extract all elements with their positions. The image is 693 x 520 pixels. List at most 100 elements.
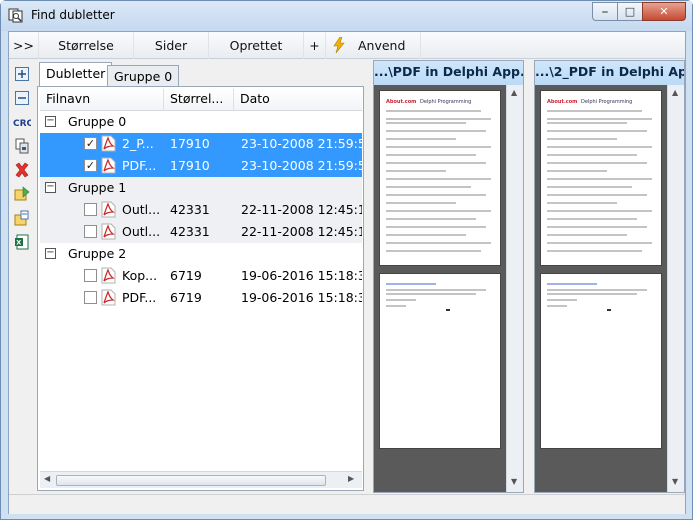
- apply-label: Anvend: [358, 37, 406, 53]
- preview-left-title: ...\PDF in Delphi App.pdf: [374, 61, 523, 85]
- status-bar: [9, 494, 685, 514]
- column-header: Filnavn Størrel... Dato: [40, 89, 362, 111]
- page-text-lines: [386, 283, 486, 311]
- expand-all-icon[interactable]: [14, 66, 30, 82]
- page-text-lines: [386, 110, 491, 252]
- preview-left-pages: About.com Delphi Programming: [374, 85, 506, 492]
- preview-right-pages: About.com Delphi Programming: [535, 85, 667, 492]
- file-name: 2_P...: [122, 136, 154, 151]
- group-label: Gruppe 2: [68, 246, 127, 261]
- duplicates-tree: Filnavn Størrel... Dato − Gruppe 0 ✓ 2_P…: [37, 86, 364, 491]
- file-name: Outl...: [122, 202, 161, 217]
- table-row[interactable]: ✓ 2_P... 17910 23-10-2008 21:59:52: [40, 133, 362, 155]
- group-label: Gruppe 0: [68, 114, 127, 129]
- window-title: Find dubletter: [31, 8, 115, 22]
- page-text-lines: [547, 110, 652, 252]
- row-checkbox[interactable]: [84, 225, 97, 238]
- table-row[interactable]: Kop... 6719 19-06-2016 15:18:38: [40, 265, 362, 287]
- doc-brand: About.com: [547, 99, 578, 105]
- plus-button[interactable]: +: [304, 31, 326, 59]
- pdf-file-icon: [101, 135, 116, 152]
- copy-to-folder-icon[interactable]: [14, 210, 30, 226]
- preview-left: ...\PDF in Delphi App.pdf About.com Delp…: [373, 60, 524, 493]
- table-row[interactable]: PDF... 6719 19-06-2016 15:18:38: [40, 287, 362, 309]
- collapse-toggle-icon[interactable]: −: [45, 248, 56, 259]
- file-size: 6719: [170, 268, 202, 283]
- pdf-file-icon: [101, 157, 116, 174]
- move-to-folder-icon[interactable]: [14, 186, 30, 202]
- export-excel-icon[interactable]: X: [14, 234, 30, 250]
- table-row[interactable]: Outl... 42331 22-11-2008 12:45:18: [40, 221, 362, 243]
- title-bar: Find dubletter ⎯ □ ✕: [1, 1, 692, 31]
- row-checkbox[interactable]: [84, 269, 97, 282]
- column-filename[interactable]: Filnavn: [40, 89, 164, 111]
- collapse-all-icon[interactable]: [14, 90, 30, 106]
- doc-heading: Delphi Programming: [581, 99, 633, 105]
- size-button[interactable]: Størrelse: [39, 31, 134, 59]
- file-size: 42331: [170, 224, 210, 239]
- file-date: 19-06-2016 15:18:38: [241, 268, 362, 283]
- select-files-icon[interactable]: [14, 138, 30, 154]
- doc-brand: About.com: [386, 99, 417, 105]
- row-checkbox[interactable]: [84, 291, 97, 304]
- pdf-page: [540, 273, 662, 449]
- group-row[interactable]: − Gruppe 0: [40, 111, 362, 133]
- toolbar: >> Størrelse Sider Oprettet + Anvend: [9, 31, 685, 59]
- group-row[interactable]: − Gruppe 2: [40, 243, 362, 265]
- scroll-down-arrow-icon[interactable]: ▼: [511, 477, 517, 486]
- minimize-button[interactable]: ⎯: [592, 2, 618, 21]
- scroll-down-arrow-icon[interactable]: ▼: [672, 477, 678, 486]
- file-name: Kop...: [122, 268, 158, 283]
- file-size: 17910: [170, 136, 210, 151]
- row-checkbox[interactable]: [84, 203, 97, 216]
- tab-duplicates[interactable]: Dubletter: [39, 62, 113, 86]
- scrollbar-thumb[interactable]: [56, 475, 326, 486]
- file-name: Outl...: [122, 224, 161, 239]
- pdf-page: About.com Delphi Programming: [540, 90, 662, 266]
- column-size[interactable]: Størrel...: [164, 89, 234, 111]
- expand-button[interactable]: >>: [9, 31, 39, 59]
- table-row[interactable]: ✓ PDF... 17910 23-10-2008 21:59:52: [40, 155, 362, 177]
- scroll-up-arrow-icon[interactable]: ▲: [672, 88, 678, 97]
- scroll-left-arrow-icon[interactable]: ◀: [44, 474, 50, 483]
- row-checkbox[interactable]: ✓: [84, 159, 97, 172]
- apply-button[interactable]: Anvend: [326, 31, 421, 59]
- preview-left-scrollbar[interactable]: ▲ ▼: [506, 85, 523, 492]
- table-row[interactable]: Outl... 42331 22-11-2008 12:45:18: [40, 199, 362, 221]
- row-checkbox[interactable]: ✓: [84, 137, 97, 150]
- pdf-file-icon: [101, 267, 116, 284]
- close-button[interactable]: ✕: [642, 2, 686, 21]
- scroll-right-arrow-icon[interactable]: ▶: [348, 474, 354, 483]
- horizontal-scrollbar[interactable]: ◀ ▶: [40, 471, 362, 488]
- window: Find dubletter ⎯ □ ✕ >> Størrelse Sider …: [0, 0, 693, 520]
- scroll-up-arrow-icon[interactable]: ▲: [511, 88, 517, 97]
- preview-right-scrollbar[interactable]: ▲ ▼: [667, 85, 684, 492]
- svg-text:X: X: [16, 239, 21, 247]
- file-date: 22-11-2008 12:45:18: [241, 224, 362, 239]
- client-area: >> Størrelse Sider Oprettet + Anvend CRC…: [8, 31, 686, 514]
- pages-button[interactable]: Sider: [134, 31, 209, 59]
- file-date: 19-06-2016 15:18:38: [241, 290, 362, 305]
- preview-right: ...\2_PDF in Delphi App.pdf About.com De…: [534, 60, 685, 493]
- lightning-icon: [333, 37, 345, 53]
- collapse-toggle-icon[interactable]: −: [45, 182, 56, 193]
- pdf-file-icon: [101, 223, 116, 240]
- maximize-button[interactable]: □: [617, 2, 643, 21]
- tab-group0[interactable]: Gruppe 0: [107, 65, 180, 86]
- collapse-toggle-icon[interactable]: −: [45, 116, 56, 127]
- crc-icon[interactable]: CRC: [13, 114, 31, 130]
- pdf-page: About.com Delphi Programming: [379, 90, 501, 266]
- column-date[interactable]: Dato: [234, 89, 362, 111]
- group-row[interactable]: − Gruppe 1: [40, 177, 362, 199]
- pdf-file-icon: [101, 289, 116, 306]
- file-date: 22-11-2008 12:45:18: [241, 202, 362, 217]
- find-duplicates-app-icon: [8, 8, 23, 23]
- file-date: 23-10-2008 21:59:52: [241, 158, 362, 173]
- file-size: 6719: [170, 290, 202, 305]
- file-size: 17910: [170, 158, 210, 173]
- delete-icon[interactable]: [14, 162, 30, 178]
- page-text-lines: [547, 283, 647, 311]
- group-label: Gruppe 1: [68, 180, 127, 195]
- created-button[interactable]: Oprettet: [209, 31, 304, 59]
- side-toolbar: CRC X: [9, 60, 35, 492]
